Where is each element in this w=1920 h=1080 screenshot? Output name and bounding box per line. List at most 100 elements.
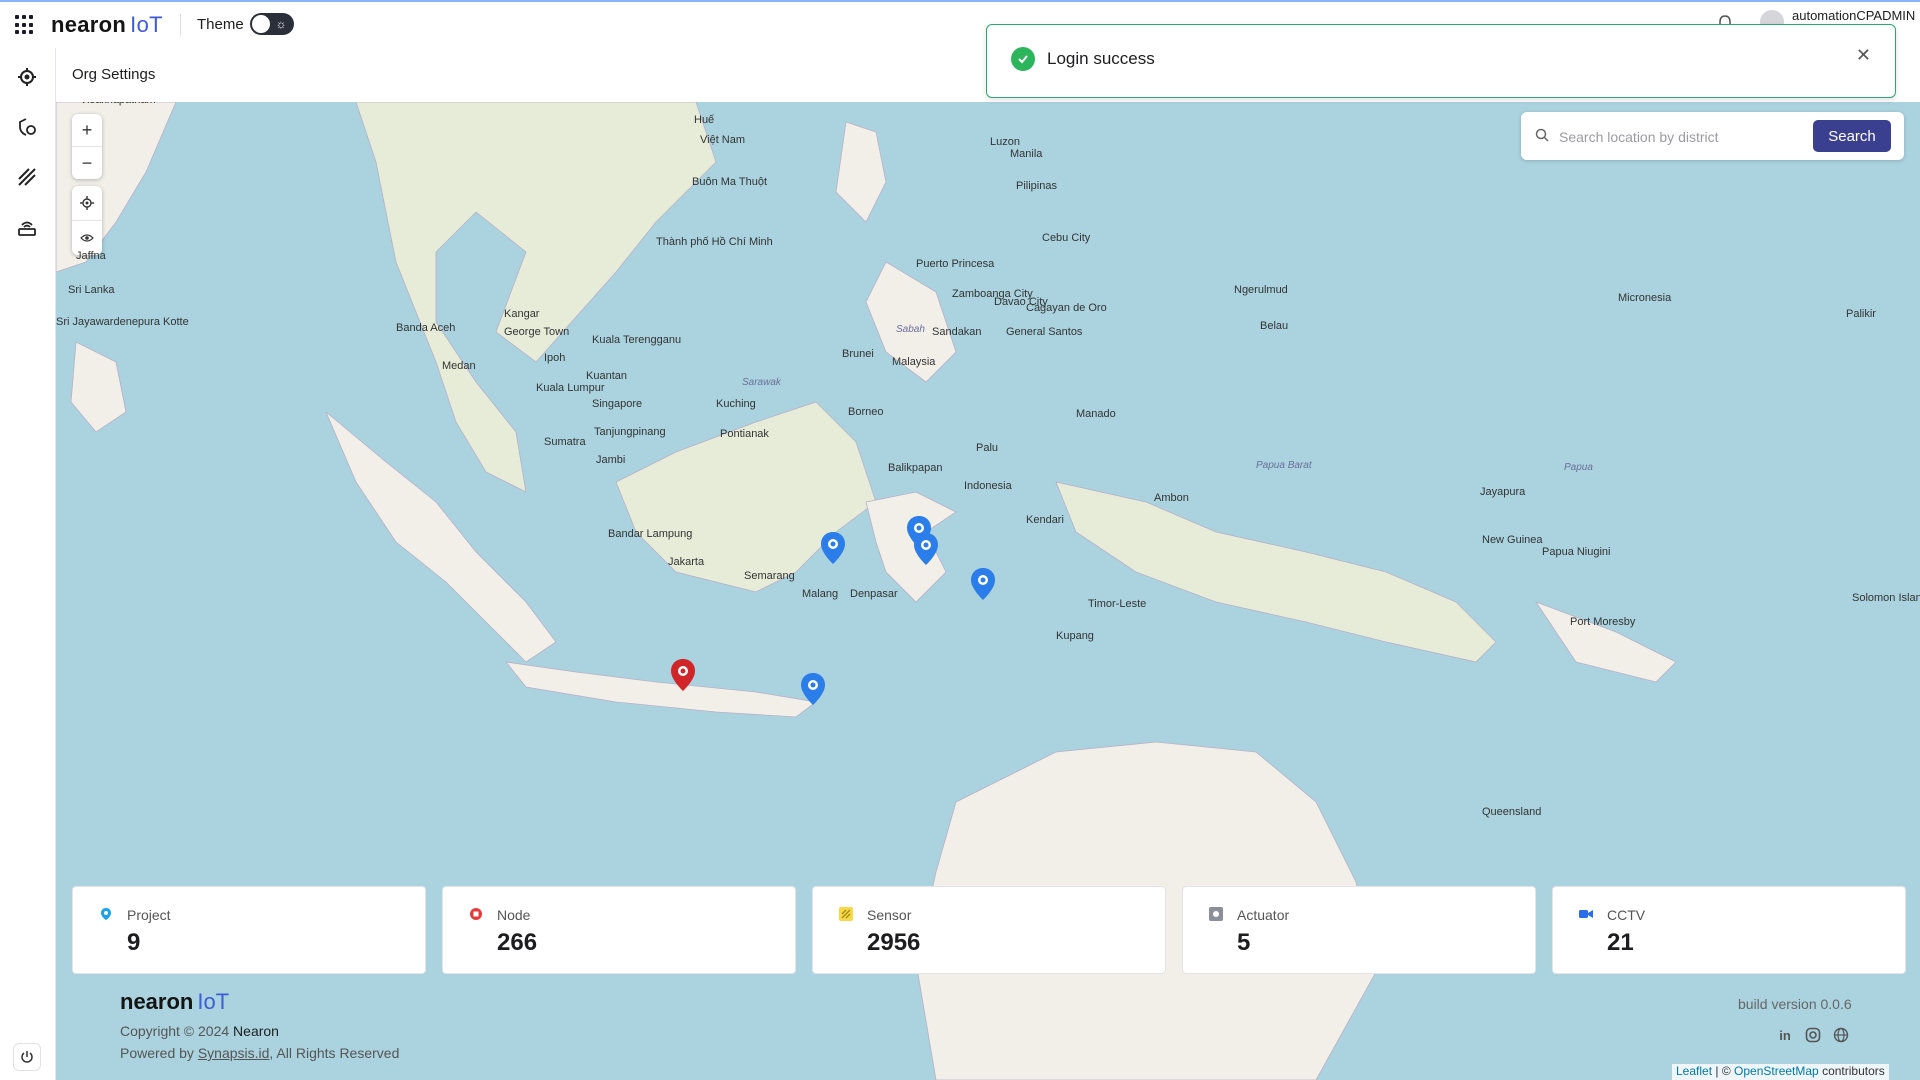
linkedin-icon[interactable]: in xyxy=(1776,1026,1794,1044)
search-input[interactable] xyxy=(1557,122,1801,152)
map-place-label: Palikir xyxy=(1846,308,1876,320)
instagram-icon[interactable] xyxy=(1804,1026,1822,1044)
stat-card-cctv[interactable]: CCTV 21 xyxy=(1552,886,1906,974)
map-place-label: Papua xyxy=(1564,462,1593,473)
sensor-icon xyxy=(839,907,853,921)
node-icon xyxy=(470,908,482,920)
map-place-label: Jakarta xyxy=(668,556,705,568)
map-place-label: Borneo xyxy=(848,406,884,418)
shield-settings-icon[interactable] xyxy=(14,114,40,140)
map-place-label: Huế xyxy=(694,114,715,126)
locate-icon[interactable] xyxy=(72,186,102,221)
stats-row: Project 9 Node 266 Sensor 2956 Actuator … xyxy=(72,886,1906,974)
map-marker[interactable] xyxy=(913,532,939,566)
map-place-label: George Town xyxy=(504,326,570,338)
page-title: Org Settings xyxy=(72,66,156,83)
map-place-label: Semarang xyxy=(744,570,795,582)
map-place-label: Singapore xyxy=(592,398,643,410)
signal-icon[interactable] xyxy=(14,164,40,190)
search-button[interactable]: Search xyxy=(1813,120,1891,152)
brand-suffix: IoT xyxy=(130,12,163,37)
divider xyxy=(180,14,181,36)
stat-label: Actuator xyxy=(1237,907,1290,923)
stat-value: 2956 xyxy=(867,929,921,956)
settings-gear-icon[interactable] xyxy=(14,64,40,90)
location-pin-icon xyxy=(101,908,111,920)
router-icon[interactable] xyxy=(14,214,40,240)
sun-icon: ☼ xyxy=(275,17,287,31)
map-place-label: Belau xyxy=(1260,320,1289,332)
map-place-label: Ngerulmud xyxy=(1234,284,1288,296)
brand-name: nearon xyxy=(120,989,194,1014)
map-place-label: Malaysia xyxy=(892,356,936,368)
toggle-knob xyxy=(252,15,270,33)
close-icon[interactable]: ✕ xyxy=(1856,45,1871,66)
map-place-label: New Guinea xyxy=(1482,534,1543,546)
logout-power-icon[interactable] xyxy=(13,1043,41,1071)
map-place-label: Timor-Leste xyxy=(1088,598,1147,610)
toast-message: Login success xyxy=(1047,49,1155,68)
attribution-sep: | © xyxy=(1715,1064,1731,1078)
osm-link[interactable]: OpenStreetMap xyxy=(1734,1064,1819,1078)
stat-card-node[interactable]: Node 266 xyxy=(442,886,796,974)
stat-value: 5 xyxy=(1237,929,1251,956)
map-place-label: Kuala Terengganu xyxy=(592,334,682,346)
stat-card-actuator[interactable]: Actuator 5 xyxy=(1182,886,1536,974)
search-icon xyxy=(1535,128,1549,142)
theme-toggle[interactable]: ☼ xyxy=(250,13,294,35)
stat-card-sensor[interactable]: Sensor 2956 xyxy=(812,886,1166,974)
toast-notification: Login success ✕ xyxy=(986,24,1896,98)
map-place-label: Banda Aceh xyxy=(396,322,456,334)
map-place-label: Kangar xyxy=(504,308,540,320)
map-place-label: Kendari xyxy=(1026,514,1064,526)
attribution-suffix: contributors xyxy=(1822,1064,1885,1078)
map-place-label: Việt Nam xyxy=(700,134,746,146)
map-place-label: Jayapura xyxy=(1480,486,1526,498)
map-place-label: Ambon xyxy=(1154,492,1189,504)
zoom-controls: + − xyxy=(72,114,102,179)
location-search: Search xyxy=(1521,112,1904,160)
footer-logo: nearon IoT xyxy=(120,989,229,1015)
map-marker[interactable] xyxy=(970,567,996,601)
synapsis-link[interactable]: Synapsis.id xyxy=(198,1045,270,1061)
stat-label: Sensor xyxy=(867,907,912,923)
map-place-label: Malang xyxy=(802,588,839,600)
copyright-text: Copyright © 2024 xyxy=(120,1023,230,1039)
map-place-label: Sarawak xyxy=(742,377,781,388)
zoom-in-icon[interactable]: + xyxy=(72,114,102,147)
sidebar xyxy=(0,48,56,1080)
map-marker[interactable] xyxy=(800,672,826,706)
map-place-label: Indonesia xyxy=(964,480,1012,492)
app-grid-icon[interactable] xyxy=(15,15,35,35)
camera-icon xyxy=(1579,910,1593,918)
map-place-label: Sabah xyxy=(896,324,925,335)
powered-by: Powered by Synapsis.id, All Rights Reser… xyxy=(120,1045,399,1061)
username[interactable]: automationCPADMIN xyxy=(1792,8,1915,23)
map-place-label: Kuala Lumpur xyxy=(536,382,605,394)
map-marker[interactable] xyxy=(820,531,846,565)
map-place-label: Puerto Princesa xyxy=(916,258,995,270)
map-place-label: Jaffna xyxy=(76,250,106,262)
map-place-label: Ipoh xyxy=(544,352,566,364)
map-place-label: Papua Barat xyxy=(1256,460,1312,471)
map-place-label: Tanjungpinang xyxy=(594,426,666,438)
stat-card-project[interactable]: Project 9 xyxy=(72,886,426,974)
map-attribution: Leaflet | © OpenStreetMap contributors xyxy=(1672,1064,1889,1080)
leaflet-link[interactable]: Leaflet xyxy=(1676,1064,1712,1078)
map-place-label: Sri Lanka xyxy=(68,284,115,296)
brand-logo[interactable]: nearon IoT xyxy=(51,12,163,38)
map-place-label: Papua Niugini xyxy=(1542,546,1611,558)
map-place-label: Kuching xyxy=(716,398,756,410)
map-place-label: Sandakan xyxy=(932,326,982,338)
map-place-label: Cagayan de Oro xyxy=(1026,302,1107,314)
zoom-out-icon[interactable]: − xyxy=(72,147,102,179)
map-place-label: Balikpapan xyxy=(888,462,943,474)
stat-value: 21 xyxy=(1607,929,1634,956)
map-marker-alert[interactable] xyxy=(670,658,696,692)
powered-prefix: Powered by xyxy=(120,1045,194,1061)
map-place-label: Sri Jayawardenepura Kotte xyxy=(56,316,189,328)
globe-icon[interactable] xyxy=(1832,1026,1850,1044)
map-place-label: Visakhapatnam xyxy=(80,102,156,106)
copyright: Copyright © 2024 Nearon xyxy=(120,1023,279,1039)
stat-label: CCTV xyxy=(1607,907,1646,923)
